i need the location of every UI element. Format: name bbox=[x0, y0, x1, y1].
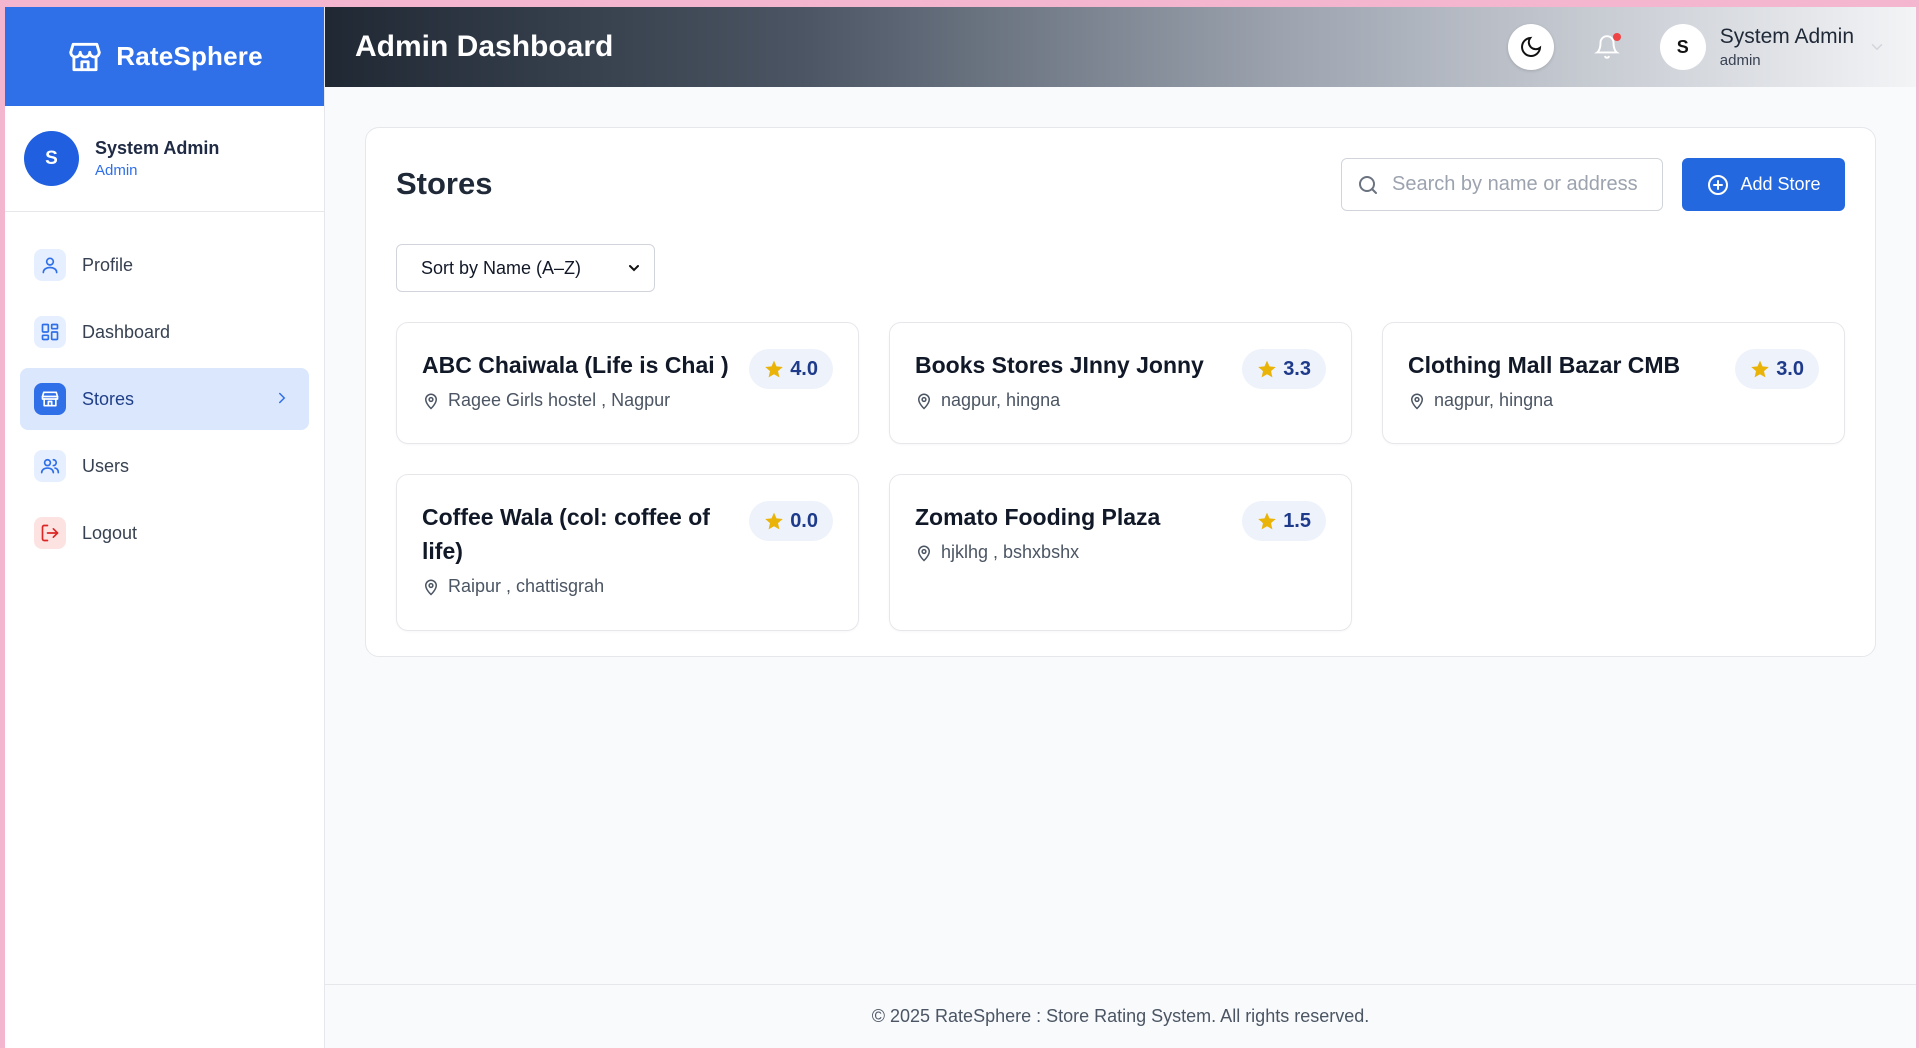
sidebar-user-role: Admin bbox=[95, 162, 138, 179]
store-address: Ragee Girls hostel , Nagpur bbox=[422, 390, 833, 411]
store-address: nagpur, hingna bbox=[1408, 390, 1819, 411]
sidebar: RateSphere S System Admin Admin Profile … bbox=[5, 7, 325, 1048]
store-grid: ABC Chaiwala (Life is Chai ) 4.0 Ragee G… bbox=[396, 322, 1845, 631]
avatar: S bbox=[1659, 24, 1706, 70]
star-icon bbox=[1258, 360, 1276, 378]
plus-circle-icon bbox=[1708, 174, 1729, 195]
sidebar-item-dashboard[interactable]: Dashboard bbox=[20, 301, 309, 363]
store-logo-icon bbox=[66, 38, 104, 76]
footer: © 2025 RateSphere : Store Rating System.… bbox=[325, 984, 1916, 1048]
moon-icon bbox=[1520, 36, 1541, 57]
logout-icon bbox=[34, 517, 66, 549]
chevron-down-icon bbox=[629, 265, 639, 272]
location-pin-icon bbox=[917, 545, 931, 562]
sidebar-item-label: Users bbox=[82, 455, 130, 476]
store-name: Coffee Wala (col: coffee of life) bbox=[422, 504, 710, 564]
rating-value: 1.5 bbox=[1283, 509, 1311, 532]
search-input[interactable] bbox=[1392, 173, 1642, 196]
store-name: Clothing Mall Bazar CMB bbox=[1408, 352, 1681, 378]
chevron-down-icon bbox=[1871, 44, 1883, 51]
store-name: Zomato Fooding Plaza bbox=[915, 504, 1161, 530]
rating-badge: 0.0 bbox=[749, 501, 833, 541]
brand-header[interactable]: RateSphere bbox=[5, 7, 324, 106]
content: Stores Add Store Sort by Name (A–Z) ABC … bbox=[325, 87, 1916, 984]
rating-badge: 3.0 bbox=[1735, 349, 1819, 389]
rating-value: 0.0 bbox=[790, 509, 818, 532]
notification-dot bbox=[1612, 33, 1621, 41]
store-name: ABC Chaiwala (Life is Chai ) bbox=[422, 352, 729, 378]
store-card[interactable]: Books Stores JInny Jonny 3.3 nagpur, hin… bbox=[889, 322, 1352, 444]
grid-icon bbox=[34, 316, 66, 348]
main-area: Admin Dashboard S System Admin admin Sto… bbox=[325, 7, 1916, 1048]
sidebar-item-users[interactable]: Users bbox=[20, 435, 309, 497]
rating-badge: 4.0 bbox=[749, 349, 833, 389]
store-address: nagpur, hingna bbox=[915, 390, 1326, 411]
rating-badge: 3.3 bbox=[1242, 349, 1326, 389]
address-text: Raipur , chattisgrah bbox=[448, 576, 605, 596]
star-icon bbox=[1751, 360, 1769, 378]
users-icon bbox=[34, 450, 66, 482]
sidebar-item-stores[interactable]: Stores bbox=[20, 368, 309, 430]
sidebar-item-label: Dashboard bbox=[82, 321, 171, 342]
sort-value: Sort by Name (A–Z) bbox=[421, 257, 582, 278]
add-store-button[interactable]: Add Store bbox=[1682, 158, 1845, 211]
sidebar-item-profile[interactable]: Profile bbox=[20, 234, 309, 296]
store-card[interactable]: ABC Chaiwala (Life is Chai ) 4.0 Ragee G… bbox=[396, 322, 859, 444]
store-card[interactable]: Clothing Mall Bazar CMB 3.0 nagpur, hing… bbox=[1382, 322, 1845, 444]
store-card[interactable]: Zomato Fooding Plaza 1.5 hjklhg , bshxbs… bbox=[889, 474, 1352, 631]
user-icon bbox=[34, 249, 66, 281]
search-icon bbox=[1359, 175, 1377, 194]
sidebar-item-label: Stores bbox=[82, 388, 135, 409]
address-text: nagpur, hingna bbox=[941, 390, 1061, 410]
address-text: nagpur, hingna bbox=[1434, 390, 1554, 410]
address-text: hjklhg , bshxbshx bbox=[941, 542, 1080, 562]
rating-badge: 1.5 bbox=[1242, 501, 1326, 541]
location-pin-icon bbox=[917, 393, 931, 410]
sidebar-nav: Profile Dashboard Stores Users Logout bbox=[5, 212, 324, 586]
sidebar-item-label: Logout bbox=[82, 522, 138, 543]
sidebar-item-label: Profile bbox=[82, 254, 134, 275]
store-card[interactable]: Coffee Wala (col: coffee of life) 0.0 Ra… bbox=[396, 474, 859, 631]
notifications-button[interactable] bbox=[1584, 24, 1630, 70]
sort-select[interactable]: Sort by Name (A–Z) bbox=[396, 244, 655, 292]
user-menu[interactable]: S System Admin admin bbox=[1659, 24, 1886, 70]
top-bar: Admin Dashboard S System Admin admin bbox=[325, 7, 1916, 87]
sidebar-profile: S System Admin Admin bbox=[5, 106, 324, 212]
chevron-right-icon bbox=[279, 392, 286, 404]
store-icon bbox=[34, 383, 66, 415]
app-frame: RateSphere S System Admin Admin Profile … bbox=[5, 7, 1916, 1048]
footer-text: © 2025 RateSphere : Store Rating System.… bbox=[871, 1006, 1370, 1026]
sidebar-user-name: System Admin bbox=[95, 138, 220, 158]
star-icon bbox=[1258, 512, 1276, 530]
star-icon bbox=[765, 360, 783, 378]
rating-value: 3.3 bbox=[1283, 357, 1311, 380]
rating-value: 4.0 bbox=[790, 357, 818, 380]
store-name: Books Stores JInny Jonny bbox=[915, 352, 1204, 378]
location-pin-icon bbox=[424, 579, 438, 596]
avatar: S bbox=[24, 131, 79, 186]
store-address: Raipur , chattisgrah bbox=[422, 576, 833, 597]
location-pin-icon bbox=[1410, 393, 1424, 410]
rating-value: 3.0 bbox=[1776, 357, 1804, 380]
store-address: hjklhg , bshxbshx bbox=[915, 542, 1326, 563]
search-box[interactable] bbox=[1341, 158, 1663, 211]
header-user-role: admin bbox=[1719, 52, 1761, 69]
brand-name: RateSphere bbox=[116, 41, 263, 71]
page-title: Admin Dashboard bbox=[355, 30, 614, 63]
header-user-name: System Admin bbox=[1719, 25, 1854, 48]
add-store-label: Add Store bbox=[1740, 174, 1821, 194]
stores-panel: Stores Add Store Sort by Name (A–Z) ABC … bbox=[365, 127, 1876, 657]
address-text: Ragee Girls hostel , Nagpur bbox=[448, 390, 671, 410]
star-icon bbox=[765, 512, 783, 530]
location-pin-icon bbox=[424, 393, 438, 410]
sidebar-item-logout[interactable]: Logout bbox=[20, 502, 309, 564]
theme-toggle-button[interactable] bbox=[1507, 24, 1554, 70]
